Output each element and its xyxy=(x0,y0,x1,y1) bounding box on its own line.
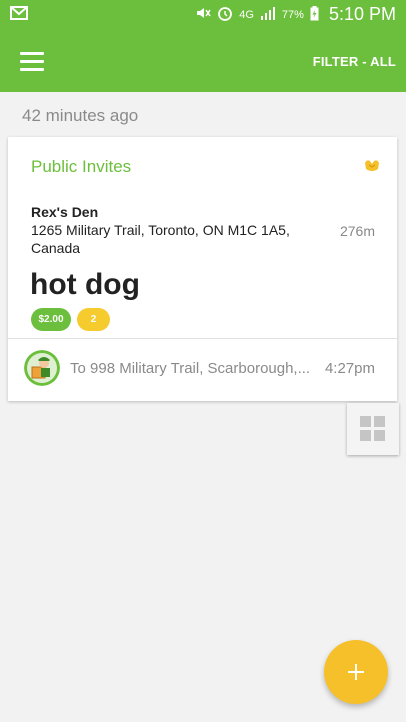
hands-icon xyxy=(363,157,381,173)
destination-time: 4:27pm xyxy=(324,360,375,377)
network-type: 4G xyxy=(239,8,254,21)
invite-card[interactable]: Public Invites Rex's Den 1265 Military T… xyxy=(8,137,397,401)
item-title: hot dog xyxy=(30,268,140,301)
status-time: 5:10 PM xyxy=(328,4,396,24)
signal-icon xyxy=(260,6,276,23)
quantity-badge: 2 xyxy=(77,308,110,331)
alarm-icon xyxy=(217,5,233,24)
feed-timestamp: 42 minutes ago xyxy=(22,106,139,125)
venue-address: 1265 Military Trail, Toronto, ON M1C 1A5… xyxy=(31,222,290,256)
battery-icon xyxy=(310,5,319,24)
price-badge: $2.00 xyxy=(31,308,71,331)
venue-name: Rex's Den xyxy=(31,204,99,220)
card-category: Public Invites xyxy=(31,157,132,176)
mute-icon xyxy=(195,6,211,23)
hamburger-menu-icon[interactable] xyxy=(20,52,44,72)
card-divider xyxy=(8,338,397,339)
mail-icon xyxy=(10,6,28,25)
destination-text: To 998 Military Trail, Scarborough,... xyxy=(70,360,311,377)
battery-percent: 77% xyxy=(281,8,304,21)
venue-distance: 276m xyxy=(339,223,375,239)
add-button[interactable] xyxy=(324,640,388,704)
delivery-person-avatar xyxy=(24,350,60,386)
filter-button[interactable]: FILTER - ALL xyxy=(313,54,396,69)
grid-view-button[interactable] xyxy=(347,403,399,455)
app-toolbar: FILTER - ALL xyxy=(0,32,406,92)
status-bar: 4G 77% 5:10 PM xyxy=(0,0,406,32)
